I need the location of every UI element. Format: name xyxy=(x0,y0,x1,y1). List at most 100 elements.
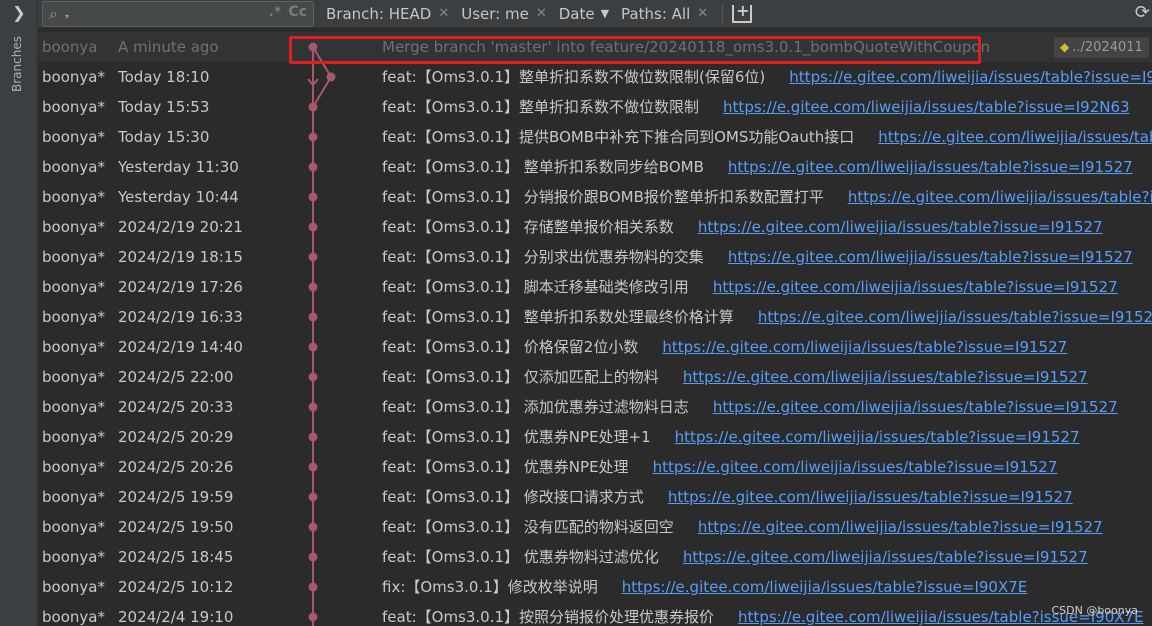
issue-link[interactable]: https://e.gitee.com/liweijia/issues/tabl… xyxy=(698,518,1103,536)
commit-row[interactable]: boonya* 2024/2/5 20:33 feat:【Oms3.0.1】 添加优… xyxy=(38,392,1152,422)
date-filter-label: Date xyxy=(558,4,595,23)
commit-message-cell: feat:【Oms3.0.1】 优惠券NPE处理 https://e.gitee.… xyxy=(382,452,1057,482)
issue-link[interactable]: https://e.gitee.com/liweijia/issues/tab xyxy=(878,128,1152,146)
commit-row[interactable]: boonya* 2024/2/5 20:29 feat:【Oms3.0.1】 优惠券… xyxy=(38,422,1152,452)
issue-link[interactable]: https://e.gitee.com/liweijia/issues/tabl… xyxy=(848,188,1152,206)
commit-author: boonya* xyxy=(42,188,105,206)
clear-branch-filter-icon[interactable]: ✕ xyxy=(438,6,449,21)
commit-date: 2024/2/19 14:40 xyxy=(118,338,243,356)
commit-row[interactable]: boonya* 2024/2/19 14:40 feat:【Oms3.0.1】 价格… xyxy=(38,332,1152,362)
commit-message: feat:【Oms3.0.1】 价格保留2位小数 xyxy=(382,338,639,356)
commit-message-cell: feat:【Oms3.0.1】 分别求出优惠券物料的交集 https://e.gi… xyxy=(382,242,1133,272)
issue-link[interactable]: https://e.gitee.com/liweijia/issues/tabl… xyxy=(728,248,1133,266)
toolbar-divider xyxy=(722,3,724,24)
date-filter[interactable]: Date ▼ xyxy=(559,5,609,23)
match-case-toggle-icon[interactable]: Cc xyxy=(288,4,307,20)
commit-row[interactable]: boonya* 2024/2/5 22:00 feat:【Oms3.0.1】 仅添加… xyxy=(38,362,1152,392)
commit-message: feat:【Oms3.0.1】 分别求出优惠券物料的交集 xyxy=(382,248,704,266)
branch-tag-badge[interactable]: ◆ ../2024011 xyxy=(1054,37,1149,58)
commit-row[interactable]: boonya* 2024/2/5 20:26 feat:【Oms3.0.1】 优惠券… xyxy=(38,452,1152,482)
user-filter-label: User: me xyxy=(461,4,529,23)
commit-row[interactable]: boonya* 2024/2/5 10:12 fix:【Oms3.0.1】修改枚举说… xyxy=(38,572,1152,602)
commit-author: boonya* xyxy=(42,128,105,146)
commit-row[interactable]: boonya* 2024/2/19 16:33 feat:【Oms3.0.1】 整单… xyxy=(38,302,1152,332)
commit-author: boonya* xyxy=(42,608,105,626)
commit-message-cell: feat:【Oms3.0.1】 脚本迁移基础类修改引用 https://e.git… xyxy=(382,272,1118,302)
commit-row[interactable]: boonya* Yesterday 10:44 feat:【Oms3.0.1】 分销… xyxy=(38,182,1152,212)
commit-date: A minute ago xyxy=(118,38,219,56)
clear-user-filter-icon[interactable]: ✕ xyxy=(536,6,547,21)
commit-date: Yesterday 11:30 xyxy=(118,158,239,176)
clear-paths-filter-icon[interactable]: ✕ xyxy=(697,6,708,21)
branch-tag-label: ../2024011 xyxy=(1072,40,1143,55)
issue-link[interactable]: https://e.gitee.com/liweijia/issues/tabl… xyxy=(675,428,1080,446)
user-filter[interactable]: User: me ✕ xyxy=(461,5,547,23)
commit-date: Today 18:10 xyxy=(118,68,210,86)
commit-row[interactable]: boonya* 2024/2/5 19:59 feat:【Oms3.0.1】 修改接… xyxy=(38,482,1152,512)
commit-author: boonya* xyxy=(42,458,105,476)
commit-message: feat:【Oms3.0.1】 修改接口请求方式 xyxy=(382,488,644,506)
commit-date: Yesterday 10:44 xyxy=(118,188,239,206)
commit-row[interactable]: boonya* Today 15:53 feat:【Oms3.0.1】整单折扣系数不… xyxy=(38,92,1152,122)
branches-label[interactable]: Branches xyxy=(10,34,24,92)
commit-date: 2024/2/19 16:33 xyxy=(118,308,243,326)
commit-row[interactable]: boonya* 2024/2/19 18:15 feat:【Oms3.0.1】 分别… xyxy=(38,242,1152,272)
paths-filter[interactable]: Paths: All ✕ xyxy=(621,5,708,23)
commit-message-cell: feat:【Oms3.0.1】 优惠券物料过滤优化 https://e.gitee… xyxy=(382,542,1088,572)
commit-row[interactable]: boonya* 2024/2/19 17:26 feat:【Oms3.0.1】 脚本… xyxy=(38,272,1152,302)
issue-link[interactable]: https://e.gitee.com/liweijia/issues/tabl… xyxy=(713,278,1118,296)
commit-author: boonya* xyxy=(42,308,105,326)
commit-row[interactable]: boonya* 2024/2/4 19:10 feat:【Oms3.0.1】按照分销… xyxy=(38,602,1152,626)
commit-row[interactable]: boonya* Yesterday 11:30 feat:【Oms3.0.1】 整单… xyxy=(38,152,1152,182)
branch-filter[interactable]: Branch: HEAD ✕ xyxy=(326,5,449,23)
commit-author: boonya* xyxy=(42,398,105,416)
commit-message: feat:【Oms3.0.1】提供BOMB中补充下推合同到OMS功能Oauth接… xyxy=(382,128,855,146)
commit-author: boonya xyxy=(42,38,98,56)
issue-link[interactable]: https://e.gitee.com/liweijia/issues/tabl… xyxy=(683,368,1088,386)
highlight-annotation xyxy=(289,36,981,64)
issue-link[interactable]: https://e.gitee.com/liweijia/issues/tabl… xyxy=(622,578,1028,596)
commit-row[interactable]: boonya* 2024/2/5 18:45 feat:【Oms3.0.1】 优惠券… xyxy=(38,542,1152,572)
issue-link[interactable]: https://e.gitee.com/liweijia/issues/tabl… xyxy=(698,218,1103,236)
commit-message: feat:【Oms3.0.1】 优惠券物料过滤优化 xyxy=(382,548,659,566)
tag-icon: ◆ xyxy=(1060,40,1070,54)
issue-link[interactable]: https://e.gitee.com/liweijia/issues/tabl… xyxy=(758,308,1152,326)
commit-message: feat:【Oms3.0.1】 优惠券NPE处理+1 xyxy=(382,428,651,446)
commit-row[interactable]: boonya* 2024/2/5 19:50 feat:【Oms3.0.1】 没有匹… xyxy=(38,512,1152,542)
issue-link[interactable]: https://e.gitee.com/liweijia/issues/tabl… xyxy=(683,548,1088,566)
commit-date: 2024/2/19 18:15 xyxy=(118,248,243,266)
search-history-chevron-icon[interactable]: ▾ xyxy=(65,12,69,21)
commit-message: feat:【Oms3.0.1】整单折扣系数不做位数限制 xyxy=(382,98,700,116)
commit-message: fix:【Oms3.0.1】修改枚举说明 xyxy=(382,578,598,596)
issue-link[interactable]: https://e.gitee.com/liweijia/issues/tabl… xyxy=(789,68,1152,86)
commit-message-cell: feat:【Oms3.0.1】 没有匹配的物料返回空 https://e.gite… xyxy=(382,512,1103,542)
commit-row[interactable]: boonya* Today 15:30 feat:【Oms3.0.1】提供BOMB中… xyxy=(38,122,1152,152)
issue-link[interactable]: https://e.gitee.com/liweijia/issues/tabl… xyxy=(662,338,1067,356)
commit-author: boonya* xyxy=(42,338,105,356)
issue-link[interactable]: https://e.gitee.com/liweijia/issues/tabl… xyxy=(668,488,1073,506)
issue-link[interactable]: https://e.gitee.com/liweijia/issues/tabl… xyxy=(728,158,1133,176)
commit-message-cell: feat:【Oms3.0.1】整单折扣系数不做位数限制(保留6位) https:/… xyxy=(382,62,1152,92)
search-input[interactable]: ⌕ ▾ .* Cc xyxy=(42,0,314,27)
commit-message-cell: feat:【Oms3.0.1】 修改接口请求方式 https://e.gitee.… xyxy=(382,482,1073,512)
expand-branches-icon[interactable]: ❯ xyxy=(10,4,28,22)
issue-link[interactable]: https://e.gitee.com/liweijia/issues/tabl… xyxy=(723,98,1130,116)
commit-message: feat:【Oms3.0.1】 优惠券NPE处理 xyxy=(382,458,629,476)
commit-date: 2024/2/5 19:59 xyxy=(118,488,234,506)
regex-toggle-icon[interactable]: .* xyxy=(269,5,281,20)
commit-author: boonya* xyxy=(42,278,105,296)
open-new-tab-icon[interactable] xyxy=(732,1,753,23)
commit-date: 2024/2/5 20:29 xyxy=(118,428,234,446)
refresh-icon[interactable]: ⟳ xyxy=(1135,2,1150,23)
issue-link[interactable]: https://e.gitee.com/liweijia/issues/tabl… xyxy=(713,398,1118,416)
commit-message: feat:【Oms3.0.1】按照分销报价处理优惠券报价 xyxy=(382,608,715,626)
commit-date: Today 15:53 xyxy=(118,98,210,116)
commit-author: boonya* xyxy=(42,218,105,236)
commit-message-cell: feat:【Oms3.0.1】 添加优惠券过滤物料日志 https://e.git… xyxy=(382,392,1118,422)
commit-message: feat:【Oms3.0.1】 没有匹配的物料返回空 xyxy=(382,518,674,536)
commit-date: Today 15:30 xyxy=(118,128,210,146)
commit-message-cell: fix:【Oms3.0.1】修改枚举说明 https://e.gitee.com/… xyxy=(382,572,1027,602)
commit-row[interactable]: boonya* 2024/2/19 20:21 feat:【Oms3.0.1】 存储… xyxy=(38,212,1152,242)
commit-row[interactable]: boonya* Today 18:10 feat:【Oms3.0.1】整单折扣系数不… xyxy=(38,62,1152,92)
issue-link[interactable]: https://e.gitee.com/liweijia/issues/tabl… xyxy=(653,458,1058,476)
